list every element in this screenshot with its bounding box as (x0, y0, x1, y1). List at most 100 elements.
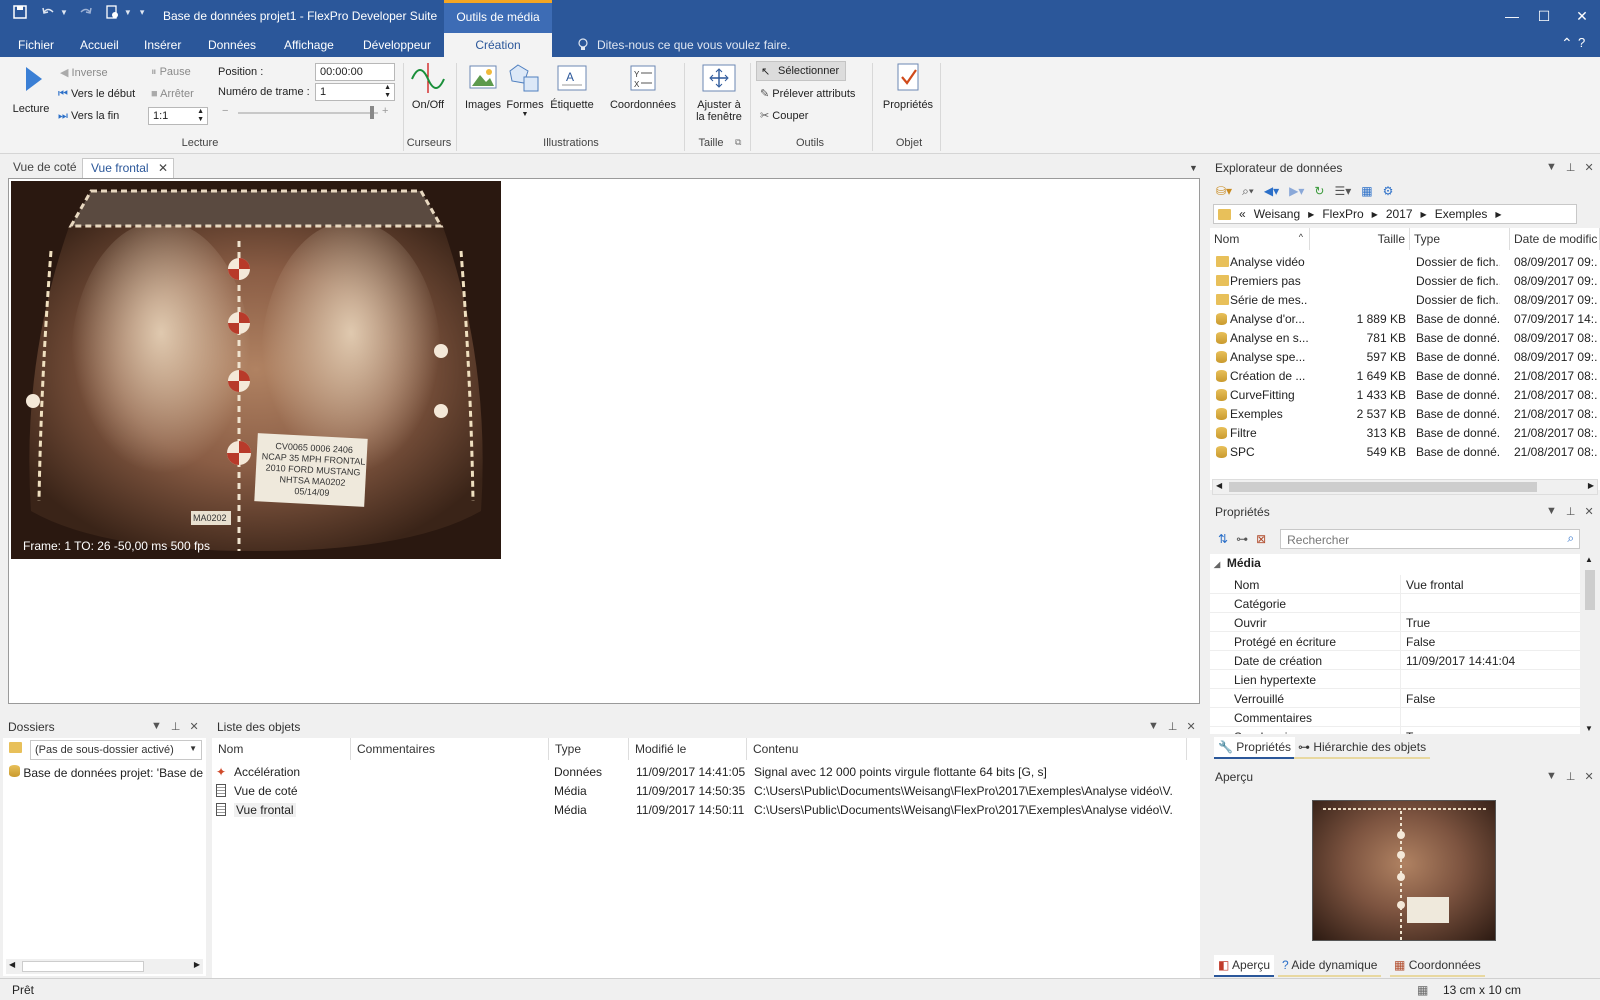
tab-accueil[interactable]: Accueil (80, 38, 119, 52)
close-tab-icon[interactable]: ✕ (158, 161, 168, 175)
breadcrumb[interactable]: « Weisang ▶ FlexPro ▶ 2017 ▶ Exemples ▶ (1213, 204, 1577, 224)
tab-hierarchie[interactable]: ⊶ Hiérarchie des objets (1294, 737, 1431, 759)
scrollbar-thumb[interactable] (1229, 482, 1537, 492)
vers-fin-button[interactable]: ⏭ Vers la fin (58, 110, 119, 123)
ajuster-fenetre-button[interactable]: Ajuster à la fenêtre (688, 61, 750, 123)
chevron-right-icon[interactable]: ▶ (1495, 210, 1501, 219)
column-header-modifie[interactable]: Modifié le (629, 738, 747, 760)
list-item[interactable]: Création de ... 1 649 KB Base de donné... 2… (1210, 366, 1600, 385)
tab-developpeur[interactable]: Développeur (363, 38, 431, 52)
pin-icon[interactable]: ⊥ (1566, 505, 1576, 518)
property-value[interactable]: 11/09/2017 14:41:04 (1406, 654, 1515, 668)
property-value[interactable]: False (1406, 635, 1435, 649)
chevron-down-icon[interactable]: ▼ (1148, 720, 1159, 733)
vers-debut-button[interactable]: ⏮ Vers le début (58, 88, 135, 101)
column-header-commentaires[interactable]: Commentaires (351, 738, 549, 760)
formes-button[interactable]: Formes ▼ (506, 61, 544, 118)
help-icon[interactable]: ? (1578, 35, 1585, 50)
scrollbar-thumb[interactable] (1585, 570, 1595, 610)
table-row[interactable]: Vue de coté Média 11/09/2017 14:50:35 C:\Us… (212, 781, 1200, 800)
properties-search-input[interactable]: Rechercher ⌕ (1280, 529, 1581, 549)
scroll-left-icon[interactable]: ◀ (9, 960, 15, 969)
property-row[interactable]: Date de création 11/09/2017 14:41:04 (1210, 651, 1580, 670)
new-document-icon[interactable] (104, 4, 120, 20)
property-row[interactable]: Synchroniser curseur True (1210, 727, 1580, 734)
list-item[interactable]: Analyse spe... 597 KB Base de donné... 08/0… (1210, 347, 1600, 366)
hierarchy-icon[interactable]: ⊶ (1236, 532, 1248, 546)
zoom-out-icon[interactable]: − (222, 105, 228, 117)
chevron-right-icon[interactable]: ▶ (1421, 210, 1427, 219)
chevron-down-icon[interactable]: ▼ (1546, 770, 1557, 783)
tab-affichage[interactable]: Affichage (284, 38, 334, 52)
tell-me-box[interactable]: Dites-nous ce que vous voulez faire. (577, 38, 790, 52)
inverse-button[interactable]: ◀ Inverse (60, 66, 108, 79)
close-icon[interactable]: ✕ (1584, 505, 1593, 518)
redo-icon[interactable] (78, 4, 94, 20)
tab-donnees[interactable]: Données (208, 38, 256, 52)
property-value[interactable]: True (1406, 730, 1430, 734)
pin-icon[interactable]: ⊥ (1168, 720, 1178, 733)
list-item[interactable]: CurveFitting 1 433 KB Base de donné... 21/0… (1210, 385, 1600, 404)
list-item[interactable]: Premiers pas Dossier de fich... 08/09/2017… (1210, 271, 1600, 290)
breadcrumb-item[interactable]: 2017 (1386, 207, 1413, 221)
list-item[interactable]: Série de mes... Dossier de fich... 08/09/2… (1210, 290, 1600, 309)
frame-slider[interactable] (238, 106, 378, 119)
list-item[interactable]: Exemples 2 537 KB Base de donné... 21/08/20… (1210, 404, 1600, 423)
slider-thumb[interactable] (370, 106, 374, 119)
zoom-in-icon[interactable]: + (382, 105, 388, 117)
table-row[interactable]: ✦ Accélération Données 11/09/2017 14:41:05 S… (212, 762, 1200, 781)
tab-vue-de-cote[interactable]: Vue de coté (5, 158, 85, 178)
horizontal-scrollbar[interactable]: ◀ ▶ (6, 959, 203, 974)
filter-icon[interactable]: ⊠ (1256, 532, 1266, 546)
list-item[interactable]: Analyse en s... 781 KB Base de donné... 08/… (1210, 328, 1600, 347)
breadcrumb-item[interactable]: Weisang (1254, 207, 1300, 221)
back-icon[interactable]: ◀▾ (1264, 184, 1279, 198)
breadcrumb-item[interactable]: FlexPro (1322, 207, 1363, 221)
media-view[interactable]: CV0065 0006 2406 NCAP 35 MPH FRONTAL 201… (8, 178, 1200, 704)
chevron-right-icon[interactable]: ▶ (1308, 210, 1314, 219)
view-options-icon[interactable]: ☰▾ (1334, 184, 1351, 198)
couper-button[interactable]: ✂ Couper (760, 109, 808, 122)
database-tree-item[interactable]: Base de données projet: 'Base de d (9, 765, 205, 780)
scroll-down-icon[interactable]: ▼ (1585, 724, 1593, 733)
scroll-left-icon[interactable]: ◀ (1216, 481, 1222, 490)
sort-az-icon[interactable]: ⇅ (1218, 532, 1228, 546)
pin-icon[interactable]: ⊥ (1566, 770, 1576, 783)
scroll-right-icon[interactable]: ▶ (1588, 481, 1594, 490)
refresh-icon[interactable]: ↻ (1314, 184, 1324, 198)
gear-icon[interactable]: ⚙ (1383, 184, 1394, 198)
arreter-button[interactable]: ■ Arrêter (151, 88, 194, 100)
close-icon[interactable]: ✕ (189, 720, 198, 733)
column-header-type[interactable]: Type (549, 738, 629, 760)
property-row[interactable]: Catégorie (1210, 594, 1580, 613)
tab-proprietes[interactable]: 🔧 Propriétés (1214, 737, 1295, 759)
collapse-icon[interactable]: ◢ (1214, 560, 1220, 569)
save-icon[interactable] (12, 4, 28, 20)
tab-coordonnees[interactable]: ▦ Coordonnées (1390, 955, 1485, 977)
chevron-down-icon[interactable]: ▼ (151, 720, 162, 733)
play-button[interactable]: Lecture (12, 63, 50, 115)
etiquette-button[interactable]: A Étiquette (548, 61, 596, 111)
breadcrumb-item[interactable]: Exemples (1435, 207, 1488, 221)
list-item[interactable]: Filtre 313 KB Base de donné... 21/08/2017 0… (1210, 423, 1600, 442)
subfolder-select[interactable]: (Pas de sous-dossier activé) ▼ (30, 740, 202, 760)
tab-inserer[interactable]: Insérer (144, 38, 181, 52)
table-row[interactable]: Vue frontal Média 11/09/2017 14:50:11 C:\Us… (212, 800, 1200, 819)
maximize-button[interactable]: ☐ (1534, 6, 1554, 26)
list-item[interactable]: Analyse d'or... 1 889 KB Base de donné... 0… (1210, 309, 1600, 328)
horizontal-scrollbar[interactable]: ◀ ▶ (1212, 479, 1598, 495)
frame-number-input[interactable]: 1 ▲ ▼ (315, 83, 395, 101)
cursor-onoff-button[interactable]: On/Off (406, 61, 450, 111)
pin-icon[interactable]: ⊥ (171, 720, 181, 733)
undo-icon[interactable] (40, 4, 56, 20)
search-icon[interactable]: ⌕ (1567, 531, 1574, 546)
property-value[interactable]: Vue frontal (1406, 578, 1464, 592)
preview-icon[interactable]: ⌕▾ (1242, 184, 1254, 199)
chevron-down-icon[interactable]: ▼ (124, 8, 132, 17)
column-header-contenu[interactable]: Contenu (747, 738, 1187, 760)
tab-fichier[interactable]: Fichier (18, 38, 54, 52)
tab-vue-frontal[interactable]: Vue frontal ✕ (82, 158, 174, 178)
scroll-right-icon[interactable]: ▶ (194, 960, 200, 969)
scrollbar-thumb[interactable] (22, 961, 144, 972)
close-window-button[interactable]: ✕ (1572, 6, 1592, 26)
